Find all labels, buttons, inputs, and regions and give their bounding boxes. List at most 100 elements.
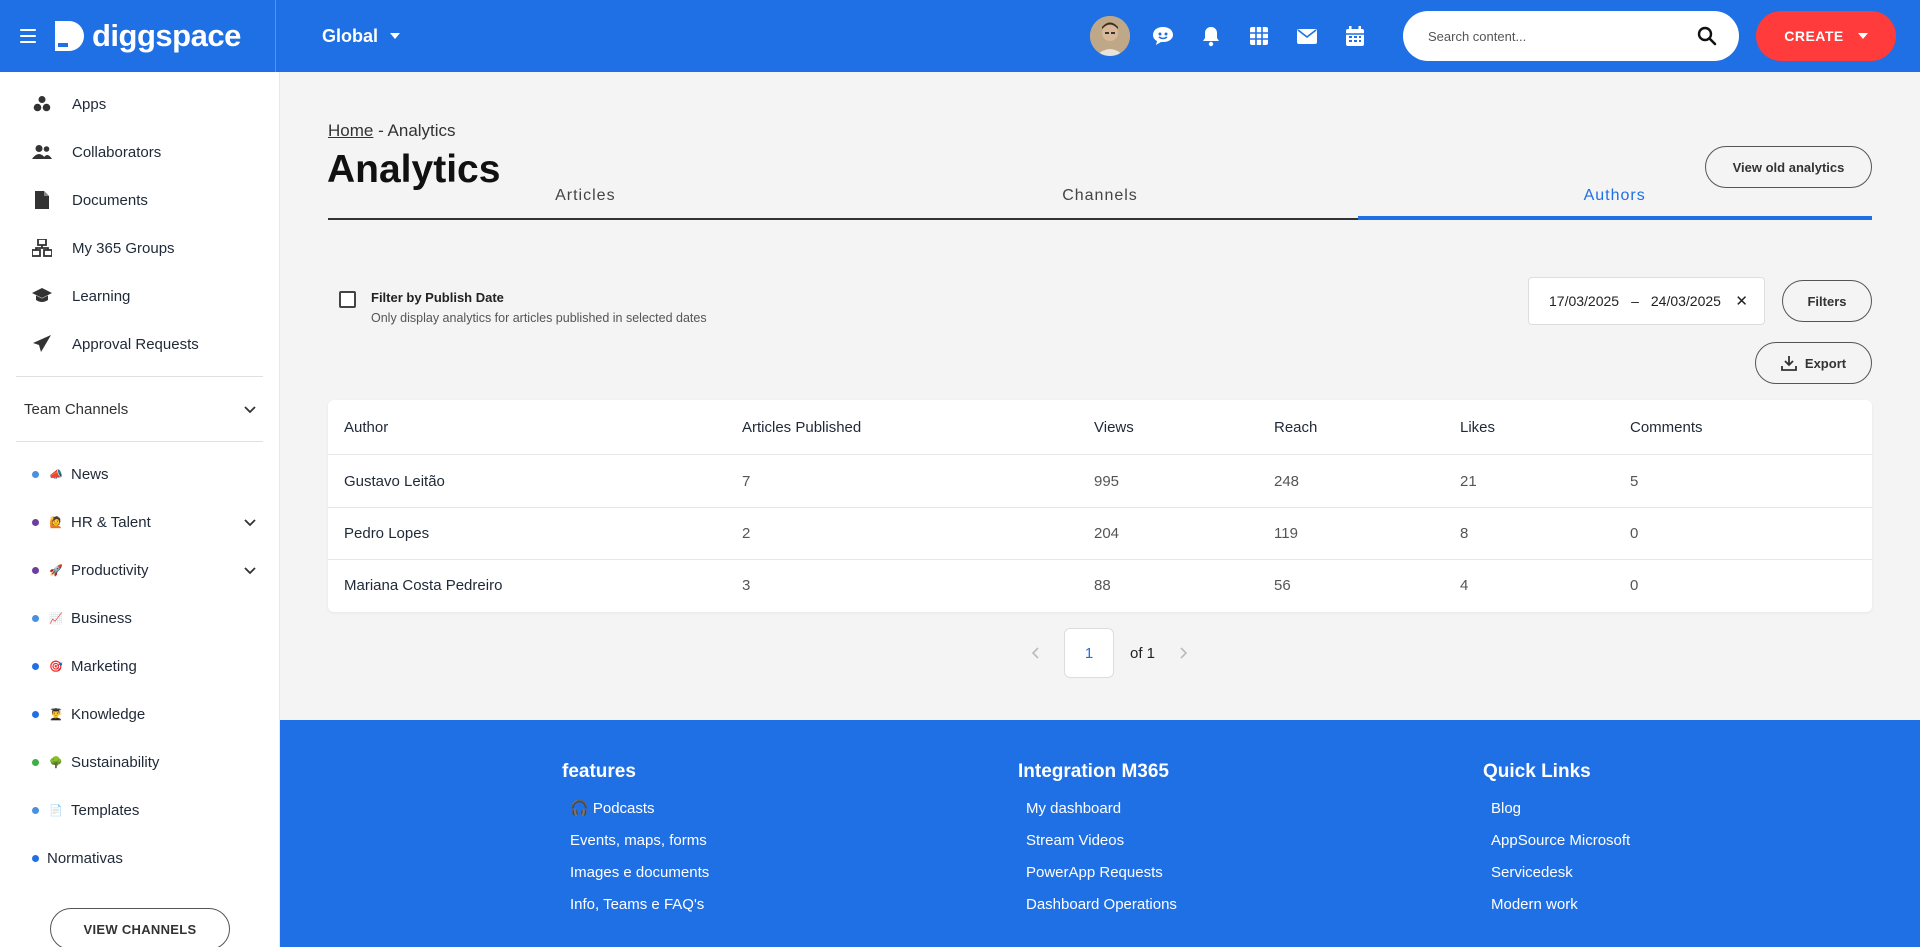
footer-link[interactable]: Stream Videos: [1026, 825, 1177, 857]
prev-page-icon[interactable]: [1024, 641, 1048, 665]
sidebar-item-label: My 365 Groups: [72, 239, 175, 257]
caret-down-icon: [1857, 33, 1868, 39]
sidebar-item-approval-requests[interactable]: Approval Requests: [0, 320, 279, 368]
logo-mark-icon: [55, 21, 84, 51]
footer-link[interactable]: Dashboard Operations: [1026, 889, 1177, 921]
table-row[interactable]: Pedro Lopes 2 204 119 8 0: [328, 507, 1872, 559]
channel-marketing[interactable]: 🎯 Marketing: [0, 642, 279, 690]
channel-normativas[interactable]: Normativas: [0, 834, 279, 882]
avatar[interactable]: [1090, 16, 1130, 56]
footer-link[interactable]: Info, Teams e FAQ's: [570, 889, 709, 921]
active-tab-indicator: [1358, 216, 1872, 220]
document-icon: [32, 190, 52, 210]
cell-reach: 119: [1274, 525, 1298, 542]
filters-button[interactable]: Filters: [1782, 280, 1872, 322]
footer: features 🎧 Podcasts Events, maps, forms …: [280, 720, 1920, 947]
brand-name: diggspace: [92, 18, 241, 53]
cell-views: 204: [1094, 525, 1120, 542]
grid-icon[interactable]: [1244, 21, 1274, 51]
column-header-reach[interactable]: Reach: [1258, 419, 1444, 436]
channel-dot: [32, 758, 39, 766]
cell-author: Gustavo Leitão: [344, 472, 445, 490]
channel-dot: [32, 518, 39, 526]
search-input[interactable]: [1428, 28, 1697, 44]
sidebar-item-collaborators[interactable]: Collaborators: [0, 128, 279, 176]
cell-articles-published: 7: [742, 472, 751, 490]
chevron-down-icon[interactable]: [243, 563, 257, 577]
sidebar-item-documents[interactable]: Documents: [0, 176, 279, 224]
table-row[interactable]: Mariana Costa Pedreiro 3 88 56 4 0: [328, 559, 1872, 611]
top-icons: [1090, 16, 1388, 56]
footer-link[interactable]: Servicedesk: [1491, 857, 1630, 889]
view-channels-button[interactable]: VIEW CHANNELS: [50, 908, 230, 947]
cell-views: 88: [1094, 577, 1111, 594]
sidebar-item-label: Approval Requests: [72, 335, 199, 353]
search-icon[interactable]: [1697, 26, 1717, 46]
tab-articles[interactable]: Articles: [328, 108, 843, 220]
table-row[interactable]: Gustavo Leitão 7 995 248 21 5: [328, 455, 1872, 507]
logo[interactable]: diggspace: [52, 18, 241, 54]
cell-reach: 56: [1274, 577, 1291, 594]
channel-sustainability[interactable]: 🌳 Sustainability: [0, 738, 279, 786]
create-button[interactable]: CREATE: [1756, 11, 1896, 61]
channel-dot: [32, 854, 39, 862]
footer-link[interactable]: Blog: [1491, 793, 1630, 825]
date-range-picker[interactable]: 17/03/2025 – 24/03/2025 ✕: [1528, 277, 1765, 325]
channel-dot: [32, 662, 39, 670]
column-header-views[interactable]: Views: [1078, 419, 1258, 436]
sidebar-item-learning[interactable]: Learning: [0, 272, 279, 320]
sidebar-item-apps[interactable]: Apps: [0, 80, 279, 128]
footer-column-quick-links: Quick Links Blog AppSource Microsoft Ser…: [1483, 761, 1630, 921]
tab-authors[interactable]: Authors: [1357, 108, 1872, 220]
filter-by-date-checkbox[interactable]: [339, 291, 356, 308]
next-page-icon[interactable]: [1171, 641, 1195, 665]
main-content: Home - Analytics Analytics View old anal…: [280, 72, 1920, 720]
channel-label: News: [71, 465, 109, 483]
cell-reach: 248: [1274, 472, 1300, 490]
clear-icon[interactable]: ✕: [1735, 292, 1748, 310]
footer-link[interactable]: My dashboard: [1026, 793, 1177, 825]
menu-icon[interactable]: [20, 29, 36, 43]
chat-icon[interactable]: [1148, 21, 1178, 51]
channel-business[interactable]: 📈 Business: [0, 594, 279, 642]
footer-link[interactable]: Events, maps, forms: [570, 825, 709, 857]
channel-templates[interactable]: 📄 Templates: [0, 786, 279, 834]
footer-link[interactable]: AppSource Microsoft: [1491, 825, 1630, 857]
channel-label: Templates: [71, 801, 140, 819]
column-header-author[interactable]: Author: [328, 419, 726, 436]
groups-icon: [32, 238, 52, 258]
channel-productivity[interactable]: 🚀 Productivity: [0, 546, 279, 594]
team-channels-toggle[interactable]: Team Channels: [0, 377, 279, 441]
footer-link[interactable]: 🎧 Podcasts: [570, 793, 709, 825]
caret-down-icon: [390, 33, 401, 39]
tab-channels[interactable]: Channels: [843, 108, 1358, 220]
export-button[interactable]: Export: [1755, 342, 1872, 384]
sidebar-item-my-365-groups[interactable]: My 365 Groups: [0, 224, 279, 272]
cell-likes: 21: [1460, 472, 1477, 490]
bell-icon[interactable]: [1196, 21, 1226, 51]
footer-link[interactable]: Images e documents: [570, 857, 709, 889]
mail-icon[interactable]: [1292, 21, 1322, 51]
page-number[interactable]: 1: [1064, 628, 1114, 678]
column-header-likes[interactable]: Likes: [1444, 419, 1614, 436]
column-header-articles-published[interactable]: Articles Published: [726, 419, 1078, 436]
filter-subtitle: Only display analytics for articles publ…: [371, 311, 707, 325]
calendar-icon[interactable]: [1340, 21, 1370, 51]
search-box: [1403, 11, 1739, 61]
channel-label: Sustainability: [71, 753, 160, 771]
channel-knowledge[interactable]: 👨‍🎓 Knowledge: [0, 690, 279, 738]
footer-column-features: features 🎧 Podcasts Events, maps, forms …: [562, 761, 709, 921]
chevron-down-icon[interactable]: [243, 515, 257, 529]
footer-column-title: features: [562, 761, 636, 782]
channel-emoji-icon: 🚀: [49, 564, 63, 577]
chevron-down-icon: [244, 406, 256, 414]
column-header-comments[interactable]: Comments: [1614, 419, 1872, 436]
apps-icon: [32, 94, 52, 114]
footer-link[interactable]: PowerApp Requests: [1026, 857, 1177, 889]
scope-selector[interactable]: Global: [322, 26, 401, 47]
tabs: Articles Channels Authors: [328, 108, 1872, 220]
channel-news[interactable]: 📣 News: [0, 450, 279, 498]
channel-hr-talent[interactable]: 🙋 HR & Talent: [0, 498, 279, 546]
cell-views: 995: [1094, 472, 1120, 490]
footer-link[interactable]: Modern work: [1491, 889, 1630, 921]
